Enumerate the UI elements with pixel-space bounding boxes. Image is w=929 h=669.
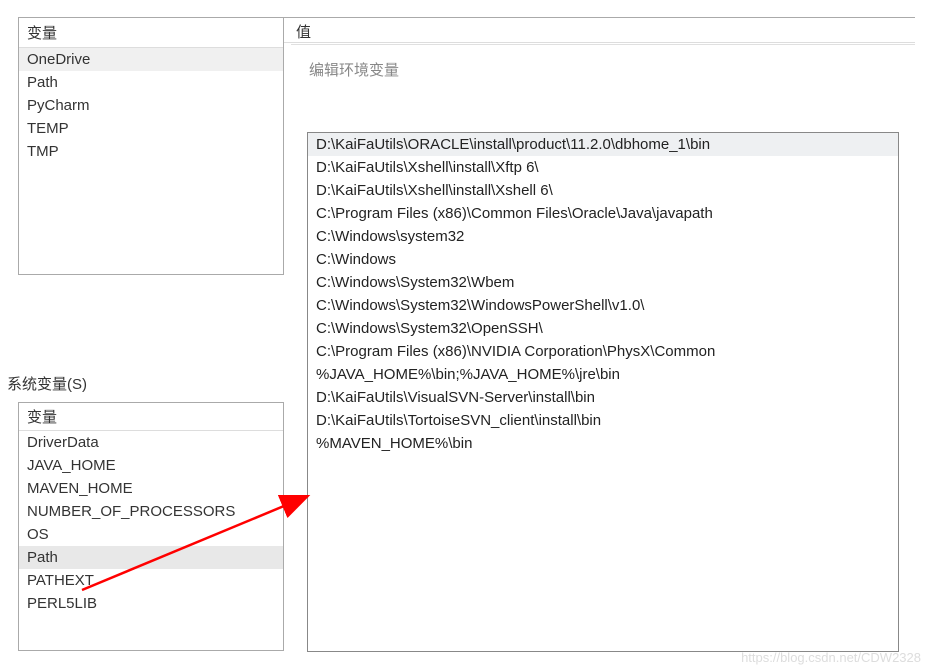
sys-var-row[interactable]: PERL5LIB <box>19 592 283 615</box>
user-vars-header: 变量 <box>19 18 283 48</box>
user-var-row[interactable]: OneDrive <box>19 48 283 71</box>
path-row[interactable]: D:\KaiFaUtils\VisualSVN-Server\install\b… <box>308 386 898 409</box>
path-row[interactable]: C:\Program Files (x86)\Common Files\Orac… <box>308 202 898 225</box>
sys-var-row[interactable]: JAVA_HOME <box>19 454 283 477</box>
sys-var-row[interactable]: PATHEXT <box>19 569 283 592</box>
path-row[interactable]: C:\Windows\System32\Wbem <box>308 271 898 294</box>
path-row[interactable]: C:\Program Files (x86)\NVIDIA Corporatio… <box>308 340 898 363</box>
user-vars-col-value[interactable]: 值 <box>284 17 915 43</box>
path-row[interactable]: %MAVEN_HOME%\bin <box>308 432 898 455</box>
sys-var-row[interactable]: MAVEN_HOME <box>19 477 283 500</box>
sys-vars-list[interactable]: DriverDataJAVA_HOMEMAVEN_HOMENUMBER_OF_P… <box>19 431 283 615</box>
path-row[interactable]: C:\Windows\system32 <box>308 225 898 248</box>
watermark-text: https://blog.csdn.net/CDW2328 <box>741 650 921 665</box>
sys-var-row[interactable]: Path <box>19 546 283 569</box>
sys-var-row[interactable]: DriverData <box>19 431 283 454</box>
user-vars-list[interactable]: OneDrivePathPyCharmTEMPTMP <box>19 48 283 163</box>
system-variables-label: 系统变量(S) <box>7 373 87 394</box>
edit-env-dialog: 编辑环境变量 D:\KaiFaUtils\ORACLE\install\prod… <box>291 44 915 653</box>
system-variables-panel: 变量 DriverDataJAVA_HOMEMAVEN_HOMENUMBER_O… <box>18 402 284 651</box>
user-vars-col-variable[interactable]: 变量 <box>19 18 65 47</box>
path-row[interactable]: C:\Windows <box>308 248 898 271</box>
dialog-title: 编辑环境变量 <box>307 59 899 80</box>
sys-var-row[interactable]: OS <box>19 523 283 546</box>
path-row[interactable]: %JAVA_HOME%\bin;%JAVA_HOME%\jre\bin <box>308 363 898 386</box>
user-var-row[interactable]: PyCharm <box>19 94 283 117</box>
path-row[interactable]: D:\KaiFaUtils\Xshell\install\Xftp 6\ <box>308 156 898 179</box>
path-row[interactable]: D:\KaiFaUtils\ORACLE\install\product\11.… <box>308 133 898 156</box>
path-row[interactable]: C:\Windows\System32\WindowsPowerShell\v1… <box>308 294 898 317</box>
path-row[interactable]: C:\Windows\System32\OpenSSH\ <box>308 317 898 340</box>
user-var-row[interactable]: Path <box>19 71 283 94</box>
sys-vars-header[interactable]: 变量 <box>19 403 283 431</box>
path-list[interactable]: D:\KaiFaUtils\ORACLE\install\product\11.… <box>307 132 899 652</box>
path-row[interactable]: D:\KaiFaUtils\Xshell\install\Xshell 6\ <box>308 179 898 202</box>
user-var-row[interactable]: TEMP <box>19 117 283 140</box>
sys-var-row[interactable]: NUMBER_OF_PROCESSORS <box>19 500 283 523</box>
path-row[interactable]: D:\KaiFaUtils\TortoiseSVN_client\install… <box>308 409 898 432</box>
user-var-row[interactable]: TMP <box>19 140 283 163</box>
user-variables-panel: 变量 OneDrivePathPyCharmTEMPTMP <box>18 17 284 275</box>
